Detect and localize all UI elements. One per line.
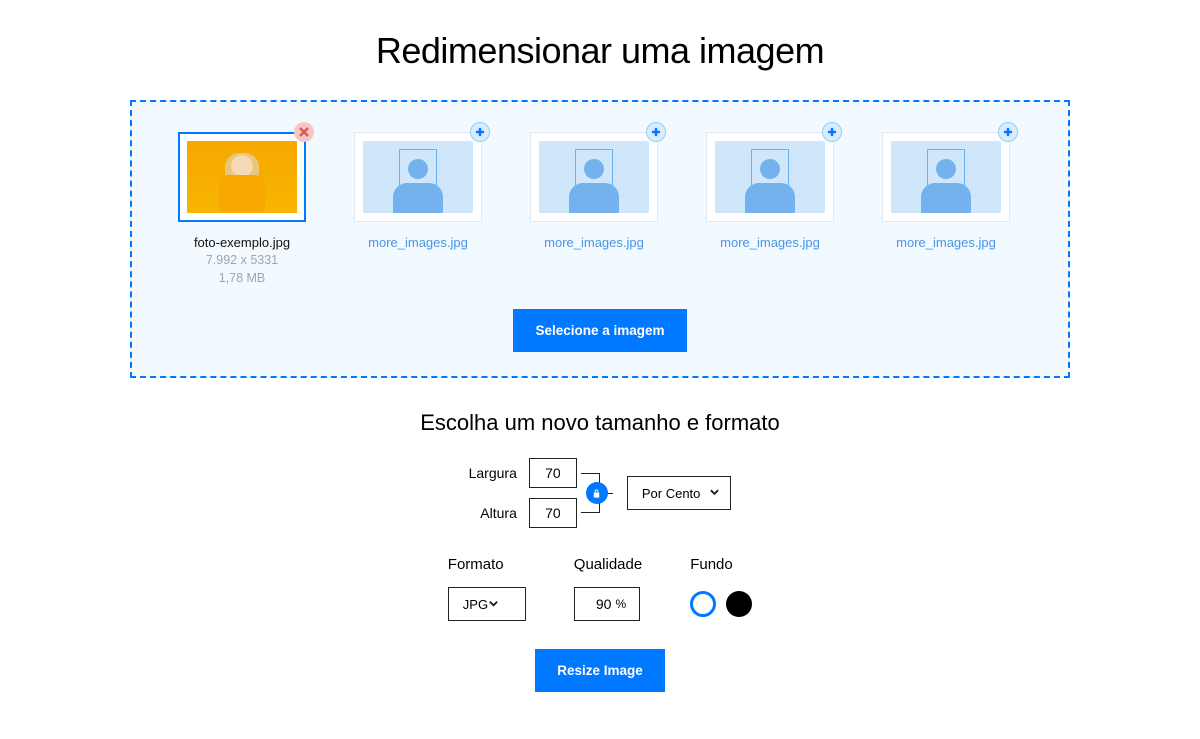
background-swatch-white[interactable] bbox=[690, 591, 716, 617]
format-col: Formato JPG bbox=[448, 556, 526, 621]
chevron-down-icon bbox=[709, 486, 720, 501]
placeholder-thumb[interactable]: more_images.jpg bbox=[520, 132, 668, 287]
background-swatch-black[interactable] bbox=[726, 591, 752, 617]
unit-select-value: Por Cento bbox=[642, 486, 701, 501]
unit-select[interactable]: Por Cento bbox=[627, 476, 732, 510]
select-image-button[interactable]: Selecione a imagem bbox=[513, 309, 686, 352]
chevron-down-icon bbox=[488, 597, 499, 612]
thumb-dimensions: 7.992 x 5331 bbox=[194, 252, 290, 270]
placeholder-image bbox=[891, 141, 1001, 213]
thumb-caption: more_images.jpg bbox=[720, 234, 820, 252]
thumb-caption: more_images.jpg bbox=[544, 234, 644, 252]
format-select[interactable]: JPG bbox=[448, 587, 526, 621]
thumb-caption: more_images.jpg bbox=[896, 234, 996, 252]
thumbnails-row: foto-exemplo.jpg 7.992 x 5331 1,78 MB mo… bbox=[168, 132, 1032, 287]
placeholder-thumb[interactable]: more_images.jpg bbox=[872, 132, 1020, 287]
page-title: Redimensionar uma imagem bbox=[0, 30, 1200, 72]
add-icon[interactable] bbox=[998, 122, 1018, 142]
size-controls: Largura Altura Por Cento bbox=[0, 458, 1200, 528]
placeholder-thumb[interactable]: more_images.jpg bbox=[696, 132, 844, 287]
thumb-frame[interactable] bbox=[178, 132, 306, 222]
dropzone[interactable]: foto-exemplo.jpg 7.992 x 5331 1,78 MB mo… bbox=[130, 100, 1070, 378]
add-icon[interactable] bbox=[470, 122, 490, 142]
background-col: Fundo bbox=[690, 556, 752, 621]
remove-icon[interactable] bbox=[294, 122, 314, 142]
uploaded-thumb[interactable]: foto-exemplo.jpg 7.992 x 5331 1,78 MB bbox=[168, 132, 316, 287]
section-title: Escolha um novo tamanho e formato bbox=[0, 410, 1200, 436]
add-icon[interactable] bbox=[822, 122, 842, 142]
resize-button[interactable]: Resize Image bbox=[535, 649, 665, 692]
quality-label: Qualidade bbox=[574, 556, 642, 573]
format-label: Formato bbox=[448, 556, 526, 573]
placeholder-thumb[interactable]: more_images.jpg bbox=[344, 132, 492, 287]
thumb-filename: more_images.jpg bbox=[368, 234, 468, 252]
options-row: Formato JPG Qualidade % Fundo bbox=[0, 556, 1200, 621]
thumb-filename: more_images.jpg bbox=[544, 234, 644, 252]
placeholder-image bbox=[539, 141, 649, 213]
aspect-link-bracket bbox=[581, 458, 609, 528]
height-input[interactable] bbox=[529, 498, 577, 528]
lock-icon[interactable] bbox=[586, 482, 608, 504]
thumb-filename: more_images.jpg bbox=[720, 234, 820, 252]
quality-field[interactable]: % bbox=[574, 587, 640, 621]
thumb-filename: foto-exemplo.jpg bbox=[194, 234, 290, 252]
height-label: Altura bbox=[480, 505, 517, 521]
placeholder-image bbox=[363, 141, 473, 213]
thumb-caption: more_images.jpg bbox=[368, 234, 468, 252]
quality-suffix: % bbox=[615, 597, 626, 611]
thumb-frame[interactable] bbox=[706, 132, 834, 222]
thumb-image bbox=[187, 141, 297, 213]
quality-input[interactable] bbox=[587, 596, 611, 612]
background-label: Fundo bbox=[690, 556, 752, 573]
format-value: JPG bbox=[463, 597, 488, 612]
thumb-filename: more_images.jpg bbox=[896, 234, 996, 252]
thumb-frame[interactable] bbox=[354, 132, 482, 222]
width-input[interactable] bbox=[529, 458, 577, 488]
thumb-frame[interactable] bbox=[882, 132, 1010, 222]
placeholder-image bbox=[715, 141, 825, 213]
thumb-frame[interactable] bbox=[530, 132, 658, 222]
add-icon[interactable] bbox=[646, 122, 666, 142]
thumb-caption: foto-exemplo.jpg 7.992 x 5331 1,78 MB bbox=[194, 234, 290, 287]
quality-col: Qualidade % bbox=[574, 556, 642, 621]
width-label: Largura bbox=[469, 465, 517, 481]
thumb-filesize: 1,78 MB bbox=[194, 270, 290, 288]
